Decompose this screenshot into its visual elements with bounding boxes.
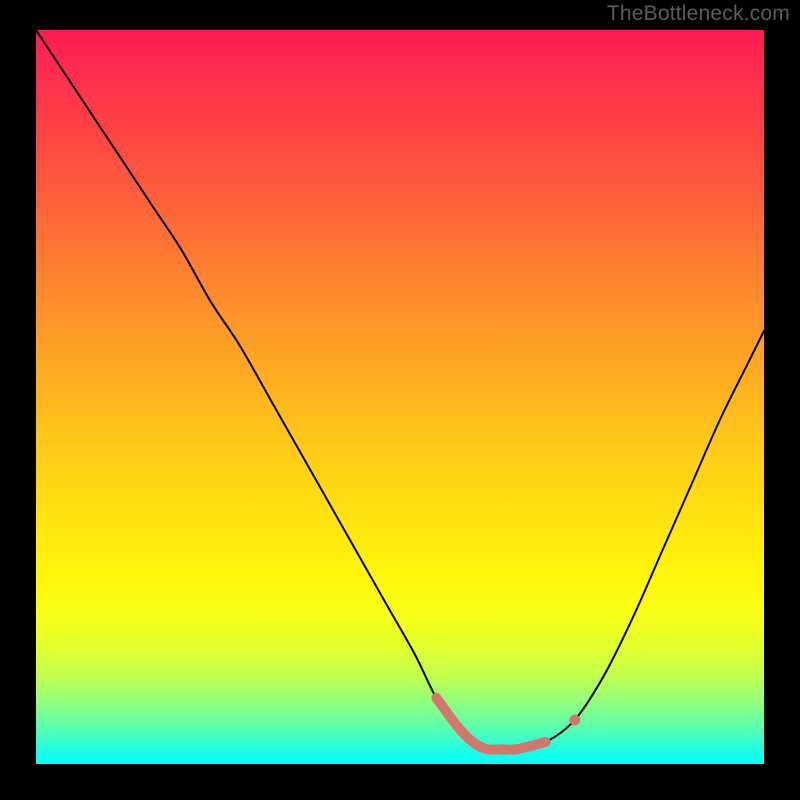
- highlight-segment: [436, 698, 545, 750]
- curve-layer: [36, 30, 764, 764]
- watermark-text: TheBottleneck.com: [607, 2, 790, 26]
- plot-area: [36, 30, 764, 764]
- bottleneck-curve: [36, 30, 764, 750]
- chart-stage: TheBottleneck.com: [0, 0, 800, 800]
- highlight-dot: [569, 715, 580, 726]
